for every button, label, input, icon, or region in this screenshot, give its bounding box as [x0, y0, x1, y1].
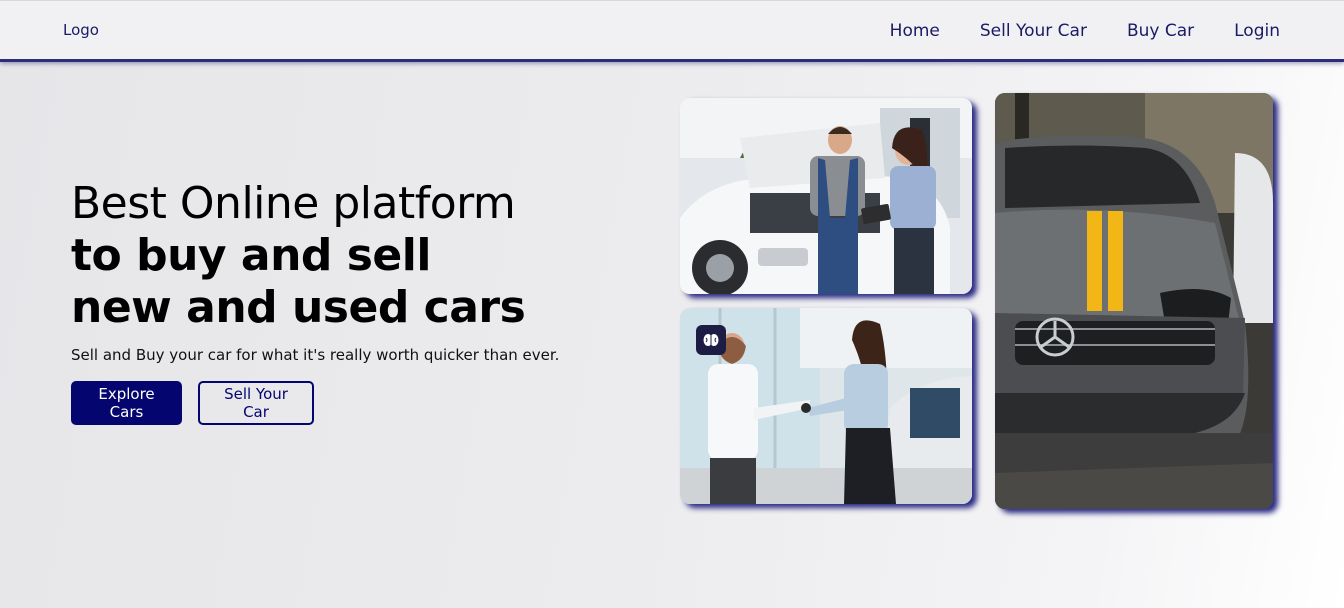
nav-link-sell-your-car[interactable]: Sell Your Car	[980, 21, 1087, 41]
nav-link-home[interactable]: Home	[890, 21, 940, 41]
hero-buttons: Explore Cars Sell Your Car	[71, 381, 314, 425]
brain-icon[interactable]	[696, 325, 726, 355]
logo[interactable]: Logo	[63, 21, 99, 39]
hero-heading-line1: Best Online platform	[71, 178, 516, 229]
explore-cars-button[interactable]: Explore Cars	[71, 381, 182, 425]
nav-link-buy-car[interactable]: Buy Car	[1127, 21, 1194, 41]
hero-text: Best Online platform to buy and sell new…	[71, 178, 631, 364]
grey-sports-car-photo	[995, 93, 1273, 509]
sell-your-car-button[interactable]: Sell Your Car	[198, 381, 314, 425]
nav-link-login[interactable]: Login	[1234, 21, 1280, 41]
mechanic-and-customer-photo	[680, 98, 972, 294]
nav-links: Home Sell Your Car Buy Car Login	[890, 21, 1280, 41]
hero-subtitle: Sell and Buy your car for what it's real…	[71, 346, 560, 364]
hero-heading-line2: to buy and sell	[71, 230, 431, 281]
hero-heading-line3: new and used cars	[71, 282, 526, 333]
navbar: Logo Home Sell Your Car Buy Car Login	[0, 0, 1344, 62]
